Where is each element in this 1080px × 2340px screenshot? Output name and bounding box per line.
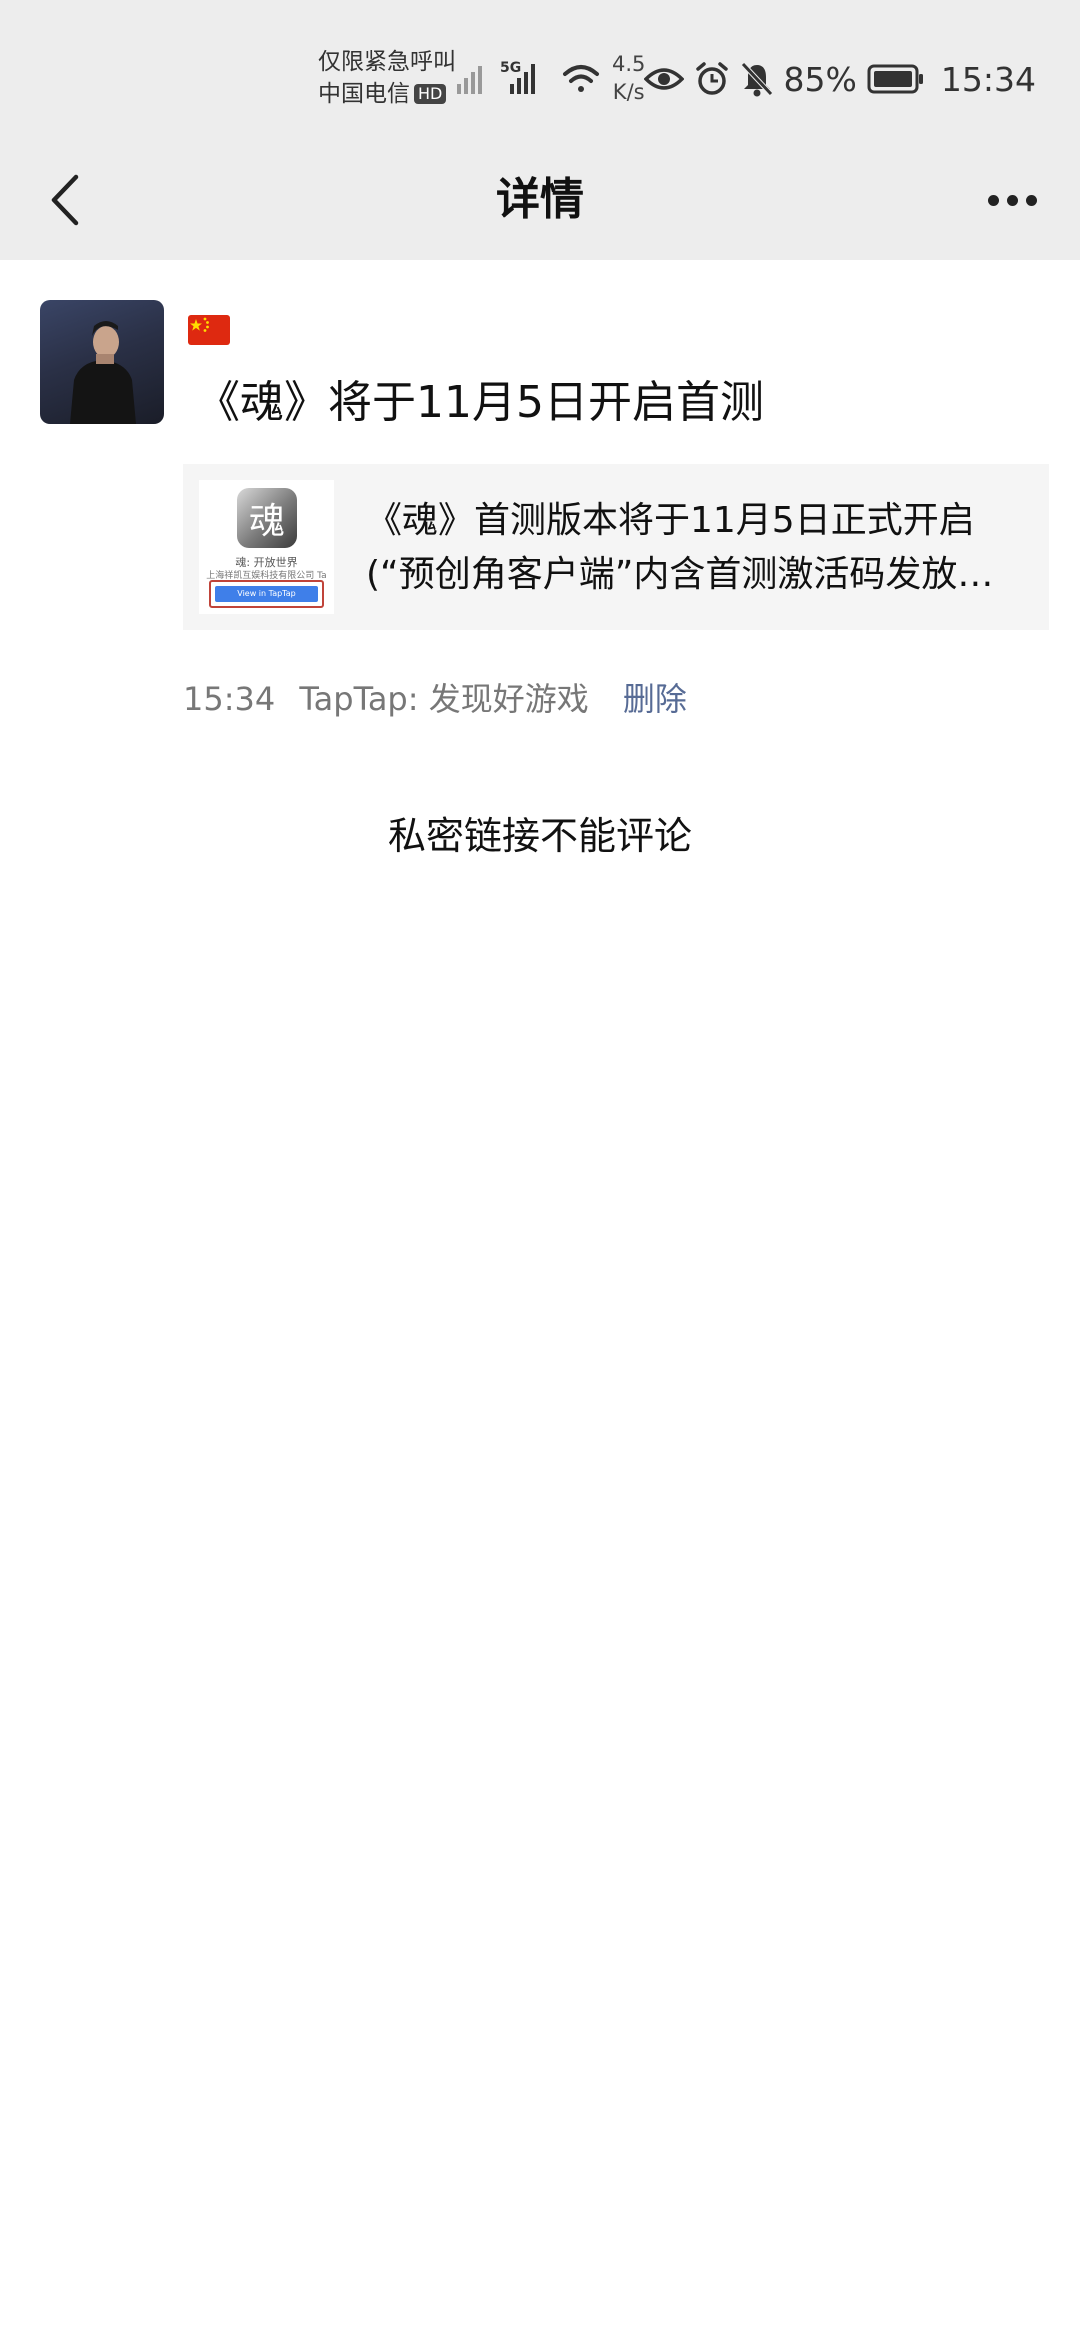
status-bar: 仅限紧急呼叫 中国电信 HD 5G 4.5 K/s 85% 15:34	[0, 0, 1080, 140]
more-dot-icon	[1006, 194, 1018, 206]
page-title: 详情	[496, 174, 584, 225]
net-type-label: 5G	[500, 60, 521, 76]
link-title-line2: (“预创角客户端”内含首测激活码发放…	[366, 554, 994, 595]
link-title: 《魂》首测版本将于11月5日正式开启 (“预创角客户端”内含首测激活码发放…	[366, 494, 1036, 602]
delete-link[interactable]: 删除	[623, 680, 687, 718]
comment-disabled-notice: 私密链接不能评论	[387, 814, 692, 858]
cellular-signal-icon: 5G	[457, 60, 599, 94]
carrier-info: 仅限紧急呼叫 中国电信 HD	[318, 46, 456, 110]
clock-time: 15:34	[940, 59, 1036, 99]
back-button[interactable]	[30, 164, 100, 236]
thumb-button-frame: View in TapTap	[209, 580, 324, 608]
bell-muted-icon	[740, 62, 773, 97]
battery-percent: 85%	[783, 59, 857, 99]
post-source[interactable]: TapTap: 发现好游戏	[299, 680, 588, 718]
status-icons: 85% 15:34	[643, 54, 1036, 104]
post-time: 15:34	[183, 680, 276, 718]
link-thumbnail: 魂 魂: 开放世界 上海祥凯互娱科技有限公司 Ta View in TapTap	[199, 480, 334, 614]
alarm-clock-icon	[695, 62, 728, 95]
chevron-left-icon	[51, 174, 79, 226]
link-title-line1: 《魂》首测版本将于11月5日正式开启	[366, 500, 975, 541]
carrier-line-emergency: 仅限紧急呼叫	[318, 49, 456, 75]
more-dot-icon	[987, 194, 999, 206]
game-app-icon: 魂	[237, 488, 297, 548]
more-options-button[interactable]	[976, 170, 1048, 230]
thumb-taptap-button: View in TapTap	[215, 586, 318, 602]
avatar-person-image	[70, 321, 136, 424]
hd-badge: HD	[414, 84, 447, 104]
navigation-bar: 详情	[0, 140, 1080, 260]
post-content: 《魂》将于11月5日开启首测	[196, 377, 764, 428]
more-dot-icon	[1025, 194, 1037, 206]
battery-icon	[867, 64, 923, 94]
user-avatar[interactable]	[40, 300, 164, 424]
eye-icon	[643, 68, 684, 90]
shared-link-card[interactable]: 魂 魂: 开放世界 上海祥凯互娱科技有限公司 Ta View in TapTap…	[183, 464, 1049, 630]
post-meta: 15:34 TapTap: 发现好游戏 删除	[183, 676, 687, 722]
network-speed: 4.5 K/s	[612, 52, 646, 104]
china-flag-icon	[188, 315, 230, 345]
carrier-line-name: 中国电信 HD	[318, 78, 456, 110]
